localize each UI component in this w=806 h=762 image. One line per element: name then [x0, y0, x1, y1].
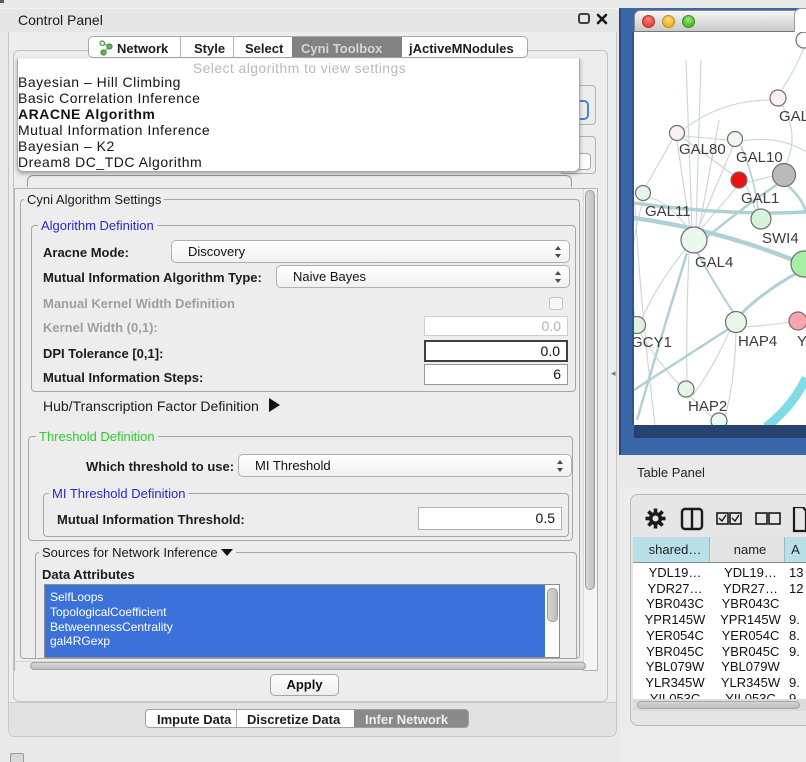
svg-text:SWI4: SWI4 — [762, 230, 799, 247]
svg-text:GAL80: GAL80 — [679, 141, 726, 158]
svg-text:GAL11: GAL11 — [645, 203, 691, 220]
svg-text:GAL4: GAL4 — [695, 254, 733, 271]
svg-text:GAL1: GAL1 — [741, 190, 779, 207]
svg-text:HAP2: HAP2 — [688, 398, 727, 415]
svg-text:GAL7: GAL7 — [779, 108, 806, 125]
svg-text:GCY1: GCY1 — [634, 334, 672, 351]
svg-text:Y: Y — [797, 333, 806, 350]
svg-text:HAP4: HAP4 — [738, 333, 777, 350]
svg-text:GAL10: GAL10 — [736, 149, 783, 166]
